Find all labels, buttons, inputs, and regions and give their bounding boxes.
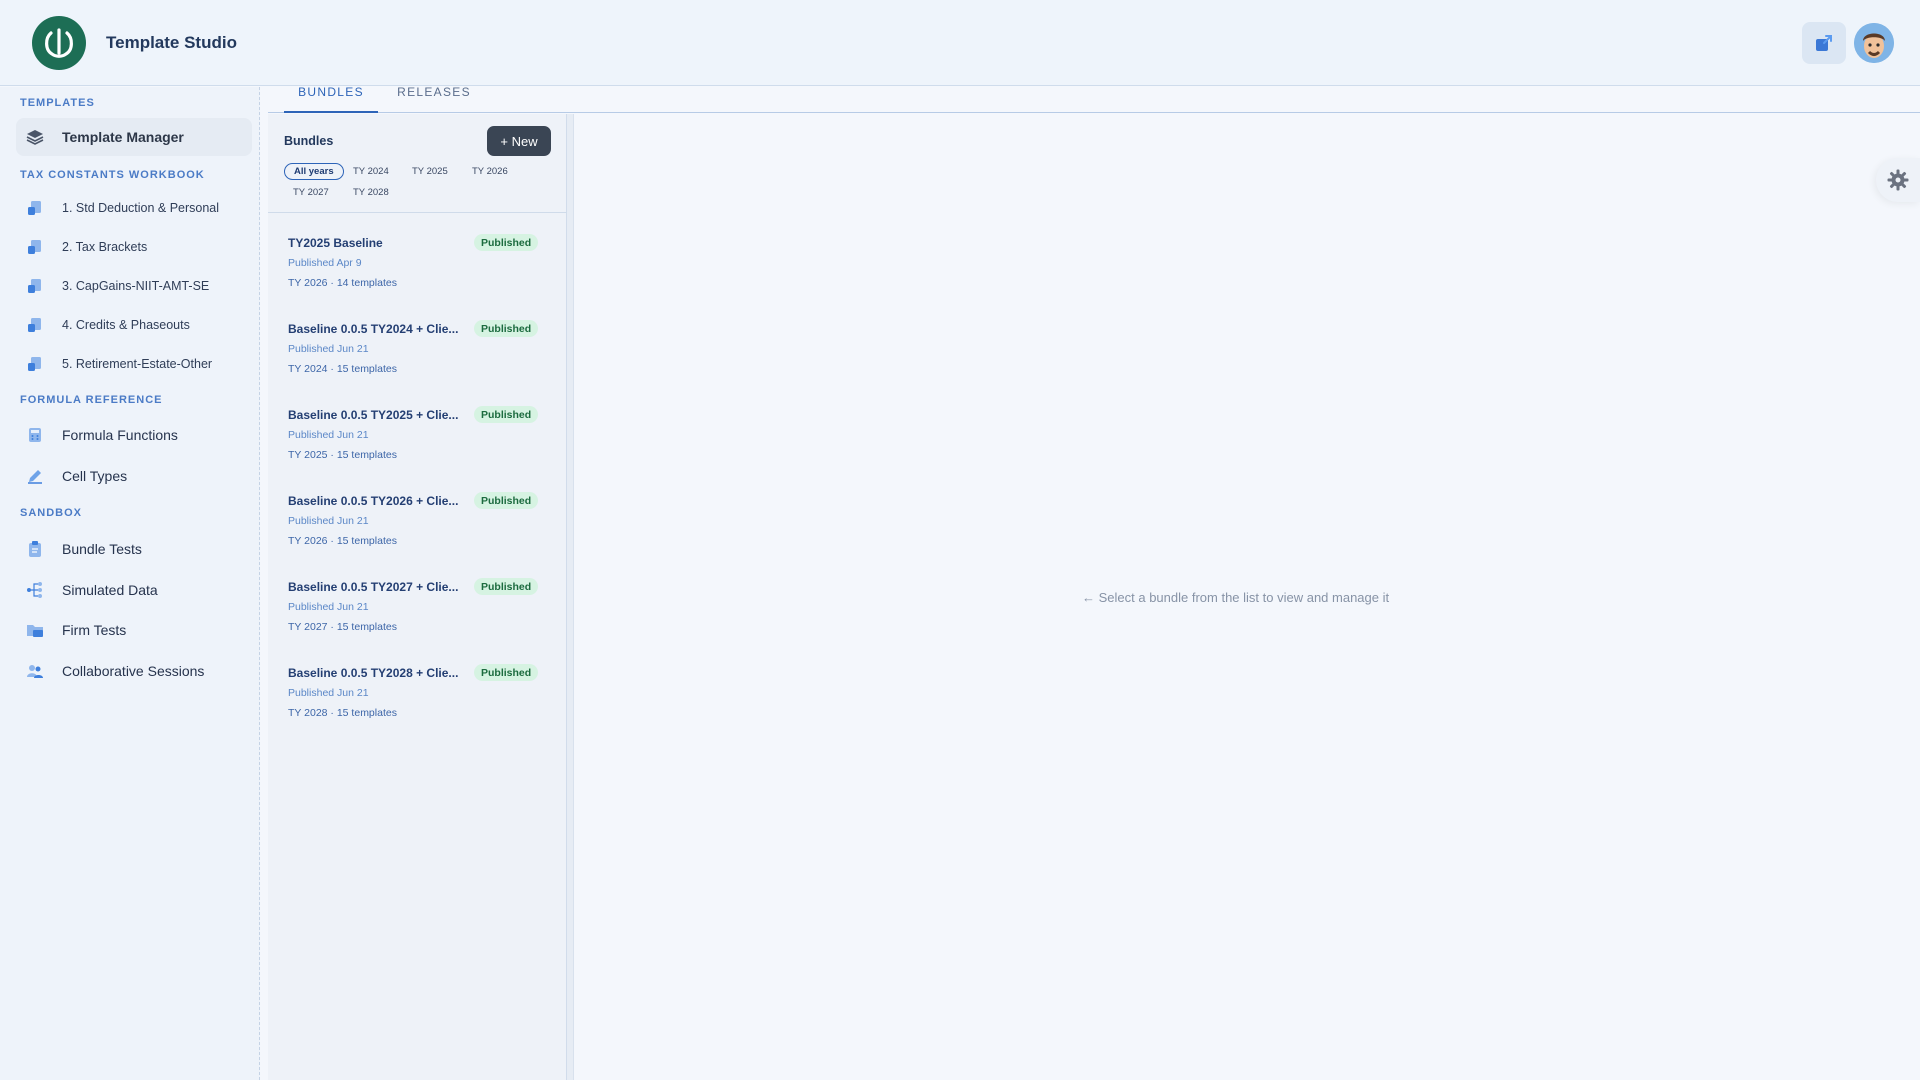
sidebar: TEMPLATES Template Manager TAX CONSTANTS… bbox=[0, 87, 260, 1080]
empty-state-message: ← Select a bundle from the list to view … bbox=[1082, 590, 1390, 605]
sheet-link-icon bbox=[26, 199, 44, 217]
bundle-title: Baseline 0.0.5 TY2025 + Clie... bbox=[288, 408, 459, 422]
filter-chip-all-years[interactable]: All years bbox=[284, 163, 344, 180]
sidebar-item-label: 2. Tax Brackets bbox=[62, 240, 148, 254]
sheet-link-icon bbox=[26, 277, 44, 295]
bundle-list-item[interactable]: TY2025 Baseline Published Published Apr … bbox=[288, 234, 550, 306]
open-external-button[interactable] bbox=[1802, 22, 1846, 64]
sidebar-item-credits-phaseouts[interactable]: 4. Credits & Phaseouts bbox=[16, 310, 252, 340]
bundle-published-date: Published Jun 21 bbox=[288, 343, 369, 355]
filter-chip-ty2025[interactable]: TY 2025 bbox=[403, 163, 457, 180]
sheet-link-icon bbox=[26, 316, 44, 334]
bundle-meta: TY 2026 · 14 templates bbox=[288, 277, 397, 289]
bundle-list-item[interactable]: Baseline 0.0.5 TY2025 + Clie... Publishe… bbox=[288, 406, 550, 478]
bundle-meta: TY 2025 · 15 templates bbox=[288, 449, 397, 461]
sheet-link-icon bbox=[26, 355, 44, 373]
sidebar-item-label: Simulated Data bbox=[62, 582, 158, 598]
calculator-icon bbox=[26, 426, 44, 444]
sidebar-item-label: 1. Std Deduction & Personal bbox=[62, 201, 220, 215]
sidebar-item-firm-tests[interactable]: Firm Tests bbox=[16, 611, 252, 649]
bundle-title: Baseline 0.0.5 TY2024 + Clie... bbox=[288, 322, 459, 336]
sidebar-item-label: Formula Functions bbox=[62, 427, 178, 443]
sidebar-item-label: Firm Tests bbox=[62, 622, 127, 638]
filter-chip-ty2027[interactable]: TY 2027 bbox=[284, 184, 338, 201]
avatar-icon bbox=[1854, 23, 1894, 63]
status-badge: Published bbox=[474, 320, 539, 337]
bundle-meta: TY 2026 · 15 templates bbox=[288, 535, 397, 547]
sidebar-item-formula-functions[interactable]: Formula Functions bbox=[16, 416, 252, 454]
bundle-published-date: Published Jun 21 bbox=[288, 515, 369, 527]
tab-bundles[interactable]: BUNDLES bbox=[284, 86, 378, 113]
sidebar-item-template-manager[interactable]: Template Manager bbox=[16, 118, 252, 156]
bundle-published-date: Published Jun 21 bbox=[288, 429, 369, 441]
sidebar-item-tax-brackets[interactable]: 2. Tax Brackets bbox=[16, 232, 252, 262]
bundle-title: Baseline 0.0.5 TY2028 + Clie... bbox=[288, 666, 459, 680]
pencil-icon bbox=[26, 467, 44, 485]
sidebar-item-collaborative-sessions[interactable]: Collaborative Sessions bbox=[16, 652, 252, 690]
filter-chip-ty2024[interactable]: TY 2024 bbox=[344, 163, 398, 180]
status-badge: Published bbox=[474, 664, 539, 681]
filter-chip-ty2028[interactable]: TY 2028 bbox=[344, 184, 398, 201]
sheet-link-icon bbox=[26, 238, 44, 256]
bundle-published-date: Published Jun 21 bbox=[288, 601, 369, 613]
bundle-published-date: Published Jun 21 bbox=[288, 687, 369, 699]
bundle-title: TY2025 Baseline bbox=[288, 236, 383, 250]
bundle-list-item[interactable]: Baseline 0.0.5 TY2027 + Clie... Publishe… bbox=[288, 578, 550, 650]
section-sandbox: SANDBOX bbox=[20, 507, 83, 519]
external-link-icon bbox=[1816, 35, 1832, 51]
sidebar-item-retirement-estate[interactable]: 5. Retirement-Estate-Other bbox=[16, 349, 252, 379]
settings-button[interactable] bbox=[1876, 158, 1920, 202]
status-badge: Published bbox=[474, 234, 539, 251]
status-badge: Published bbox=[474, 578, 539, 595]
status-badge: Published bbox=[474, 492, 539, 509]
panel-title: Bundles bbox=[284, 134, 334, 148]
sidebar-item-label: Template Manager bbox=[62, 129, 184, 145]
app-logo[interactable] bbox=[32, 16, 86, 70]
sidebar-item-label: 4. Credits & Phaseouts bbox=[62, 318, 190, 332]
bundle-meta: TY 2028 · 15 templates bbox=[288, 707, 397, 719]
gear-icon bbox=[1887, 169, 1909, 191]
section-templates: TEMPLATES bbox=[20, 97, 95, 109]
tabs-divider bbox=[268, 112, 1920, 113]
panel-resize-handle[interactable] bbox=[567, 114, 574, 1080]
sidebar-item-cell-types[interactable]: Cell Types bbox=[16, 457, 252, 495]
clipboard-icon bbox=[26, 540, 44, 558]
bundle-title: Baseline 0.0.5 TY2026 + Clie... bbox=[288, 494, 459, 508]
tree-icon bbox=[26, 581, 44, 599]
bundle-list-item[interactable]: Baseline 0.0.5 TY2024 + Clie... Publishe… bbox=[288, 320, 550, 392]
status-badge: Published bbox=[474, 406, 539, 423]
panel-divider bbox=[268, 212, 567, 213]
bundle-published-date: Published Apr 9 bbox=[288, 257, 362, 269]
bundle-list-item[interactable]: Baseline 0.0.5 TY2028 + Clie... Publishe… bbox=[288, 664, 550, 736]
bundle-meta: TY 2027 · 15 templates bbox=[288, 621, 397, 633]
bundle-title: Baseline 0.0.5 TY2027 + Clie... bbox=[288, 580, 459, 594]
new-bundle-button[interactable]: + New bbox=[487, 126, 551, 156]
logo-icon bbox=[45, 28, 73, 58]
sidebar-item-bundle-tests[interactable]: Bundle Tests bbox=[16, 530, 252, 568]
bundle-list-item[interactable]: Baseline 0.0.5 TY2026 + Clie... Publishe… bbox=[288, 492, 550, 564]
section-formula-reference: FORMULA REFERENCE bbox=[20, 394, 163, 406]
folder-icon bbox=[26, 621, 44, 639]
bundles-panel: Bundles + New All years TY 2024 TY 2025 … bbox=[268, 114, 567, 1080]
filter-chip-ty2026[interactable]: TY 2026 bbox=[463, 163, 517, 180]
sidebar-item-std-deduction[interactable]: 1. Std Deduction & Personal bbox=[16, 193, 252, 223]
user-avatar[interactable] bbox=[1854, 23, 1894, 63]
tab-releases[interactable]: RELEASES bbox=[392, 86, 476, 113]
sidebar-item-simulated-data[interactable]: Simulated Data bbox=[16, 571, 252, 609]
sidebar-item-label: Bundle Tests bbox=[62, 541, 142, 557]
users-icon bbox=[26, 662, 44, 680]
sidebar-item-label: 3. CapGains-NIIT-AMT-SE bbox=[62, 279, 210, 293]
app-title: Template Studio bbox=[106, 33, 237, 52]
sidebar-item-label: Cell Types bbox=[62, 468, 128, 484]
layers-icon bbox=[26, 128, 44, 146]
sidebar-item-label: Collaborative Sessions bbox=[62, 663, 205, 679]
section-tax-constants-workbook: TAX CONSTANTS WORKBOOK bbox=[20, 169, 205, 181]
sidebar-item-label: 5. Retirement-Estate-Other bbox=[62, 357, 213, 371]
bundle-meta: TY 2024 · 15 templates bbox=[288, 363, 397, 375]
app-header: Template Studio bbox=[0, 0, 1920, 86]
sidebar-item-capgains[interactable]: 3. CapGains-NIIT-AMT-SE bbox=[16, 271, 252, 301]
